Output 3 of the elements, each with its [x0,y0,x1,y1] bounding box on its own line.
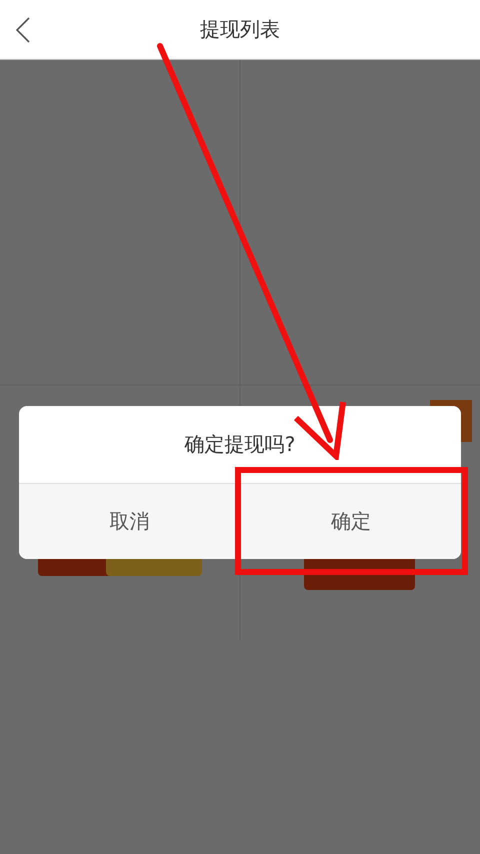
confirm-button[interactable]: 确定 [240,484,461,559]
page-title: 提现列表 [200,16,280,43]
back-icon[interactable] [16,17,30,43]
